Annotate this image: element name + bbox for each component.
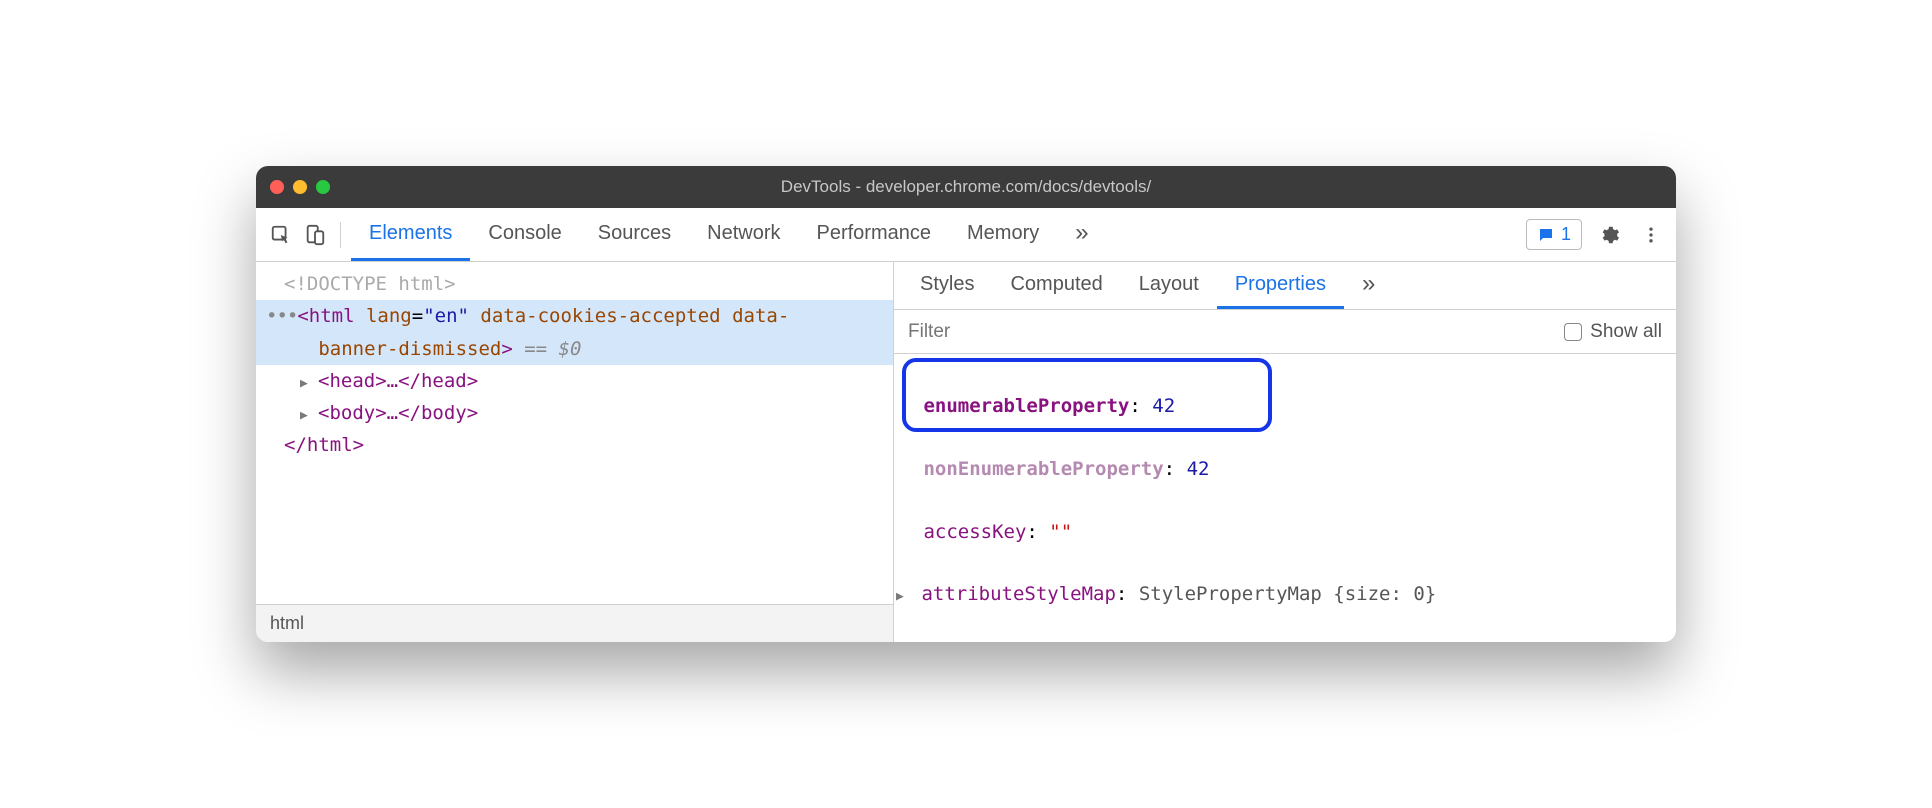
gear-icon[interactable] xyxy=(1594,220,1624,250)
kebab-menu-icon[interactable] xyxy=(1636,220,1666,250)
dom-doctype[interactable]: <!DOCTYPE html> xyxy=(256,268,893,300)
subtab-more[interactable]: » xyxy=(1344,262,1393,309)
dom-html-open[interactable]: •••<html lang="en" data-cookies-accepted… xyxy=(256,300,893,332)
subtab-styles[interactable]: Styles xyxy=(902,262,992,309)
traffic-lights xyxy=(270,180,330,194)
maximize-window-button[interactable] xyxy=(316,180,330,194)
prop-row[interactable]: accessKey: "" xyxy=(912,517,1676,548)
messages-count: 1 xyxy=(1561,224,1571,245)
tab-memory[interactable]: Memory xyxy=(949,208,1057,261)
subtab-properties[interactable]: Properties xyxy=(1217,262,1344,309)
tab-network[interactable]: Network xyxy=(689,208,798,261)
messages-badge[interactable]: 1 xyxy=(1526,219,1582,250)
main-toolbar: Elements Console Sources Network Perform… xyxy=(256,208,1676,262)
tab-performance[interactable]: Performance xyxy=(799,208,950,261)
panel-tabs: Elements Console Sources Network Perform… xyxy=(351,208,1107,261)
show-all-toggle[interactable]: Show all xyxy=(1564,321,1662,343)
tab-console[interactable]: Console xyxy=(470,208,579,261)
separator xyxy=(340,222,341,248)
dom-body[interactable]: ▶<body>…</body> xyxy=(256,397,893,429)
device-toggle-icon[interactable] xyxy=(300,220,330,250)
filter-input[interactable] xyxy=(908,321,1564,343)
prop-row[interactable]: nonEnumerableProperty: 42 xyxy=(912,454,1676,485)
devtools-window: DevTools - developer.chrome.com/docs/dev… xyxy=(256,166,1676,642)
dom-head[interactable]: ▶<head>…</head> xyxy=(256,365,893,397)
sidebar-tabs: Styles Computed Layout Properties » xyxy=(894,262,1676,310)
minimize-window-button[interactable] xyxy=(293,180,307,194)
breadcrumb[interactable]: html xyxy=(256,604,893,642)
dom-tree[interactable]: <!DOCTYPE html> •••<html lang="en" data-… xyxy=(256,262,893,604)
properties-list[interactable]: enumerableProperty: 42 nonEnumerableProp… xyxy=(894,354,1676,642)
inspect-icon[interactable] xyxy=(266,220,296,250)
tab-sources[interactable]: Sources xyxy=(580,208,689,261)
show-all-label: Show all xyxy=(1590,321,1662,343)
window-title: DevTools - developer.chrome.com/docs/dev… xyxy=(256,177,1676,197)
prop-row[interactable]: ▶ attributeStyleMap: StylePropertyMap {s… xyxy=(912,579,1676,610)
subtab-computed[interactable]: Computed xyxy=(992,262,1120,309)
filter-bar: Show all xyxy=(894,310,1676,354)
elements-panel: <!DOCTYPE html> •••<html lang="en" data-… xyxy=(256,262,894,642)
subtab-layout[interactable]: Layout xyxy=(1121,262,1217,309)
content-area: <!DOCTYPE html> •••<html lang="en" data-… xyxy=(256,262,1676,642)
dom-html-open-2[interactable]: banner-dismissed> == $0 xyxy=(256,333,893,365)
dom-html-close[interactable]: </html> xyxy=(256,429,893,461)
close-window-button[interactable] xyxy=(270,180,284,194)
show-all-checkbox[interactable] xyxy=(1564,323,1582,341)
tab-elements[interactable]: Elements xyxy=(351,208,470,261)
sidebar-panel: Styles Computed Layout Properties » Show… xyxy=(894,262,1676,642)
prop-row[interactable]: enumerableProperty: 42 xyxy=(912,391,1676,422)
titlebar: DevTools - developer.chrome.com/docs/dev… xyxy=(256,166,1676,208)
tab-more[interactable]: » xyxy=(1057,208,1106,261)
